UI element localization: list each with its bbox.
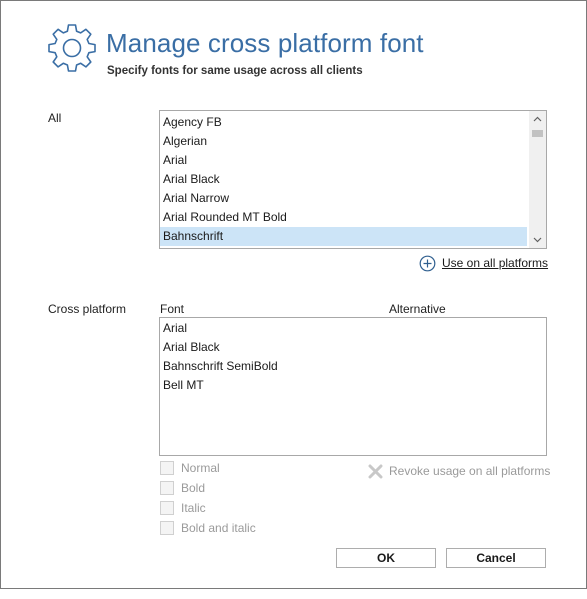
font-list-item[interactable]: Arial Black	[160, 170, 527, 189]
checkbox-box[interactable]	[160, 501, 174, 515]
scroll-down-icon[interactable]	[529, 231, 546, 248]
font-list-item[interactable]: Arial Narrow	[160, 189, 527, 208]
bold-checkbox[interactable]: Bold	[160, 480, 205, 496]
normal-checkbox[interactable]: Normal	[160, 460, 220, 476]
use-on-all-platforms-label: Use on all platforms	[442, 256, 549, 270]
normal-label: Normal	[181, 461, 220, 475]
revoke-usage-label: Revoke usage on all platforms	[389, 464, 551, 478]
plus-circle-icon	[419, 255, 436, 271]
checkbox-box[interactable]	[160, 521, 174, 535]
bold-italic-label: Bold and italic	[181, 521, 256, 535]
x-icon	[368, 464, 383, 478]
dialog-title: Manage cross platform font	[106, 28, 424, 58]
cross-platform-row[interactable]: Bell MT	[160, 376, 204, 395]
italic-label: Italic	[181, 501, 206, 515]
cancel-button[interactable]: Cancel	[446, 548, 546, 568]
checkbox-box[interactable]	[160, 481, 174, 495]
cross-platform-label: Cross platform	[48, 302, 127, 316]
bold-italic-checkbox[interactable]: Bold and italic	[160, 520, 256, 536]
all-label: All	[48, 111, 62, 125]
cross-platform-row[interactable]: Arial	[160, 319, 187, 338]
revoke-usage-button[interactable]: Revoke usage on all platforms	[367, 462, 550, 480]
font-list-item[interactable]: Agency FB	[160, 113, 527, 132]
cross-platform-list[interactable]: Arial Arial Black Bahnschrift SemiBold B…	[159, 317, 547, 456]
gear-icon	[48, 24, 96, 72]
font-column-header: Font	[160, 302, 185, 316]
vertical-scrollbar[interactable]	[529, 111, 546, 248]
italic-checkbox[interactable]: Italic	[160, 500, 206, 516]
checkbox-box[interactable]	[160, 461, 174, 475]
alternative-column-header: Alternative	[389, 302, 446, 316]
use-on-all-platforms-link[interactable]: Use on all platforms	[419, 254, 548, 272]
all-fonts-listbox[interactable]: Agency FB Algerian Arial Arial Black Ari…	[159, 110, 547, 249]
font-list-item[interactable]: Algerian	[160, 132, 527, 151]
cross-platform-row[interactable]: Arial Black	[160, 338, 220, 357]
scroll-thumb[interactable]	[532, 130, 543, 137]
cross-platform-row[interactable]: Bahnschrift SemiBold	[160, 357, 278, 376]
dialog-subtitle: Specify fonts for same usage across all …	[107, 65, 363, 77]
bold-label: Bold	[181, 481, 206, 495]
font-list-item[interactable]: Arial Rounded MT Bold	[160, 208, 527, 227]
manage-cross-platform-font-dialog: Manage cross platform font Specify fonts…	[0, 0, 587, 589]
scroll-up-icon[interactable]	[529, 111, 546, 128]
font-list-item-selected[interactable]: Bahnschrift	[160, 227, 527, 246]
ok-button[interactable]: OK	[336, 548, 436, 568]
font-list-item[interactable]: Arial	[160, 151, 527, 170]
